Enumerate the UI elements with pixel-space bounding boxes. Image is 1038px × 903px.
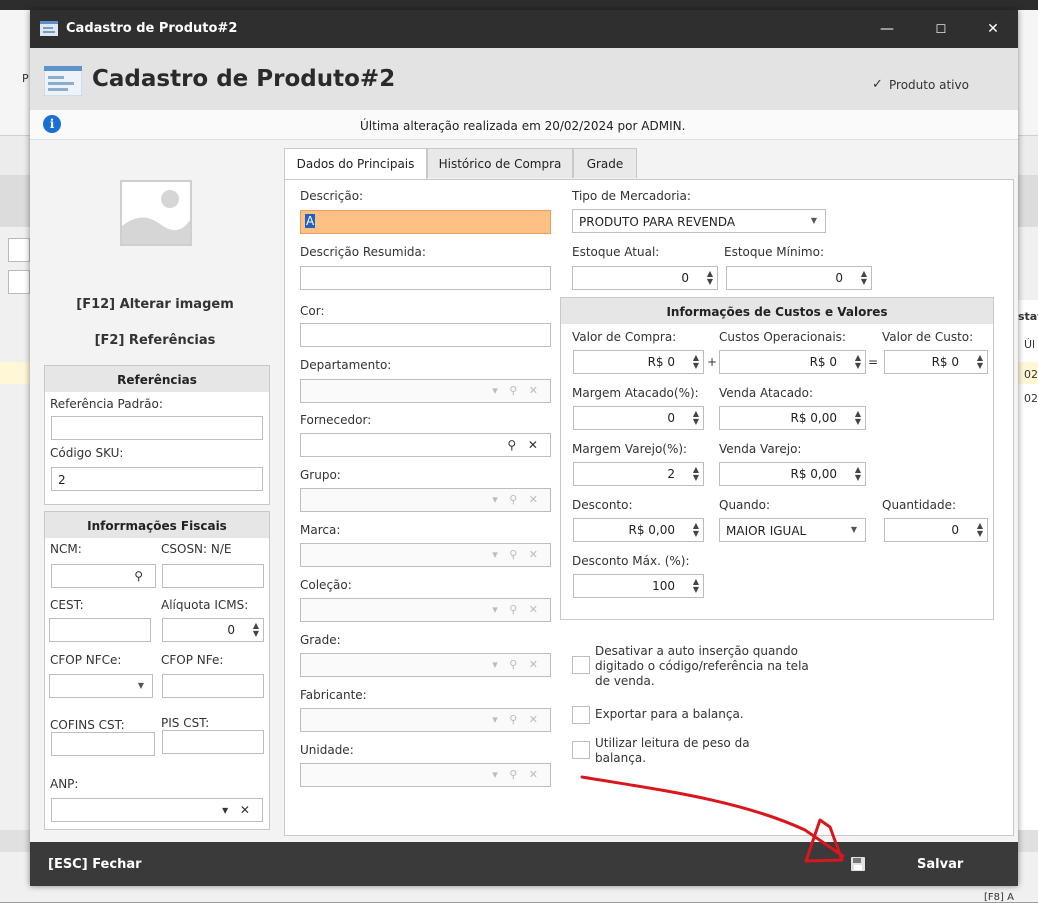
red-annotation-arrow: [580, 775, 845, 863]
